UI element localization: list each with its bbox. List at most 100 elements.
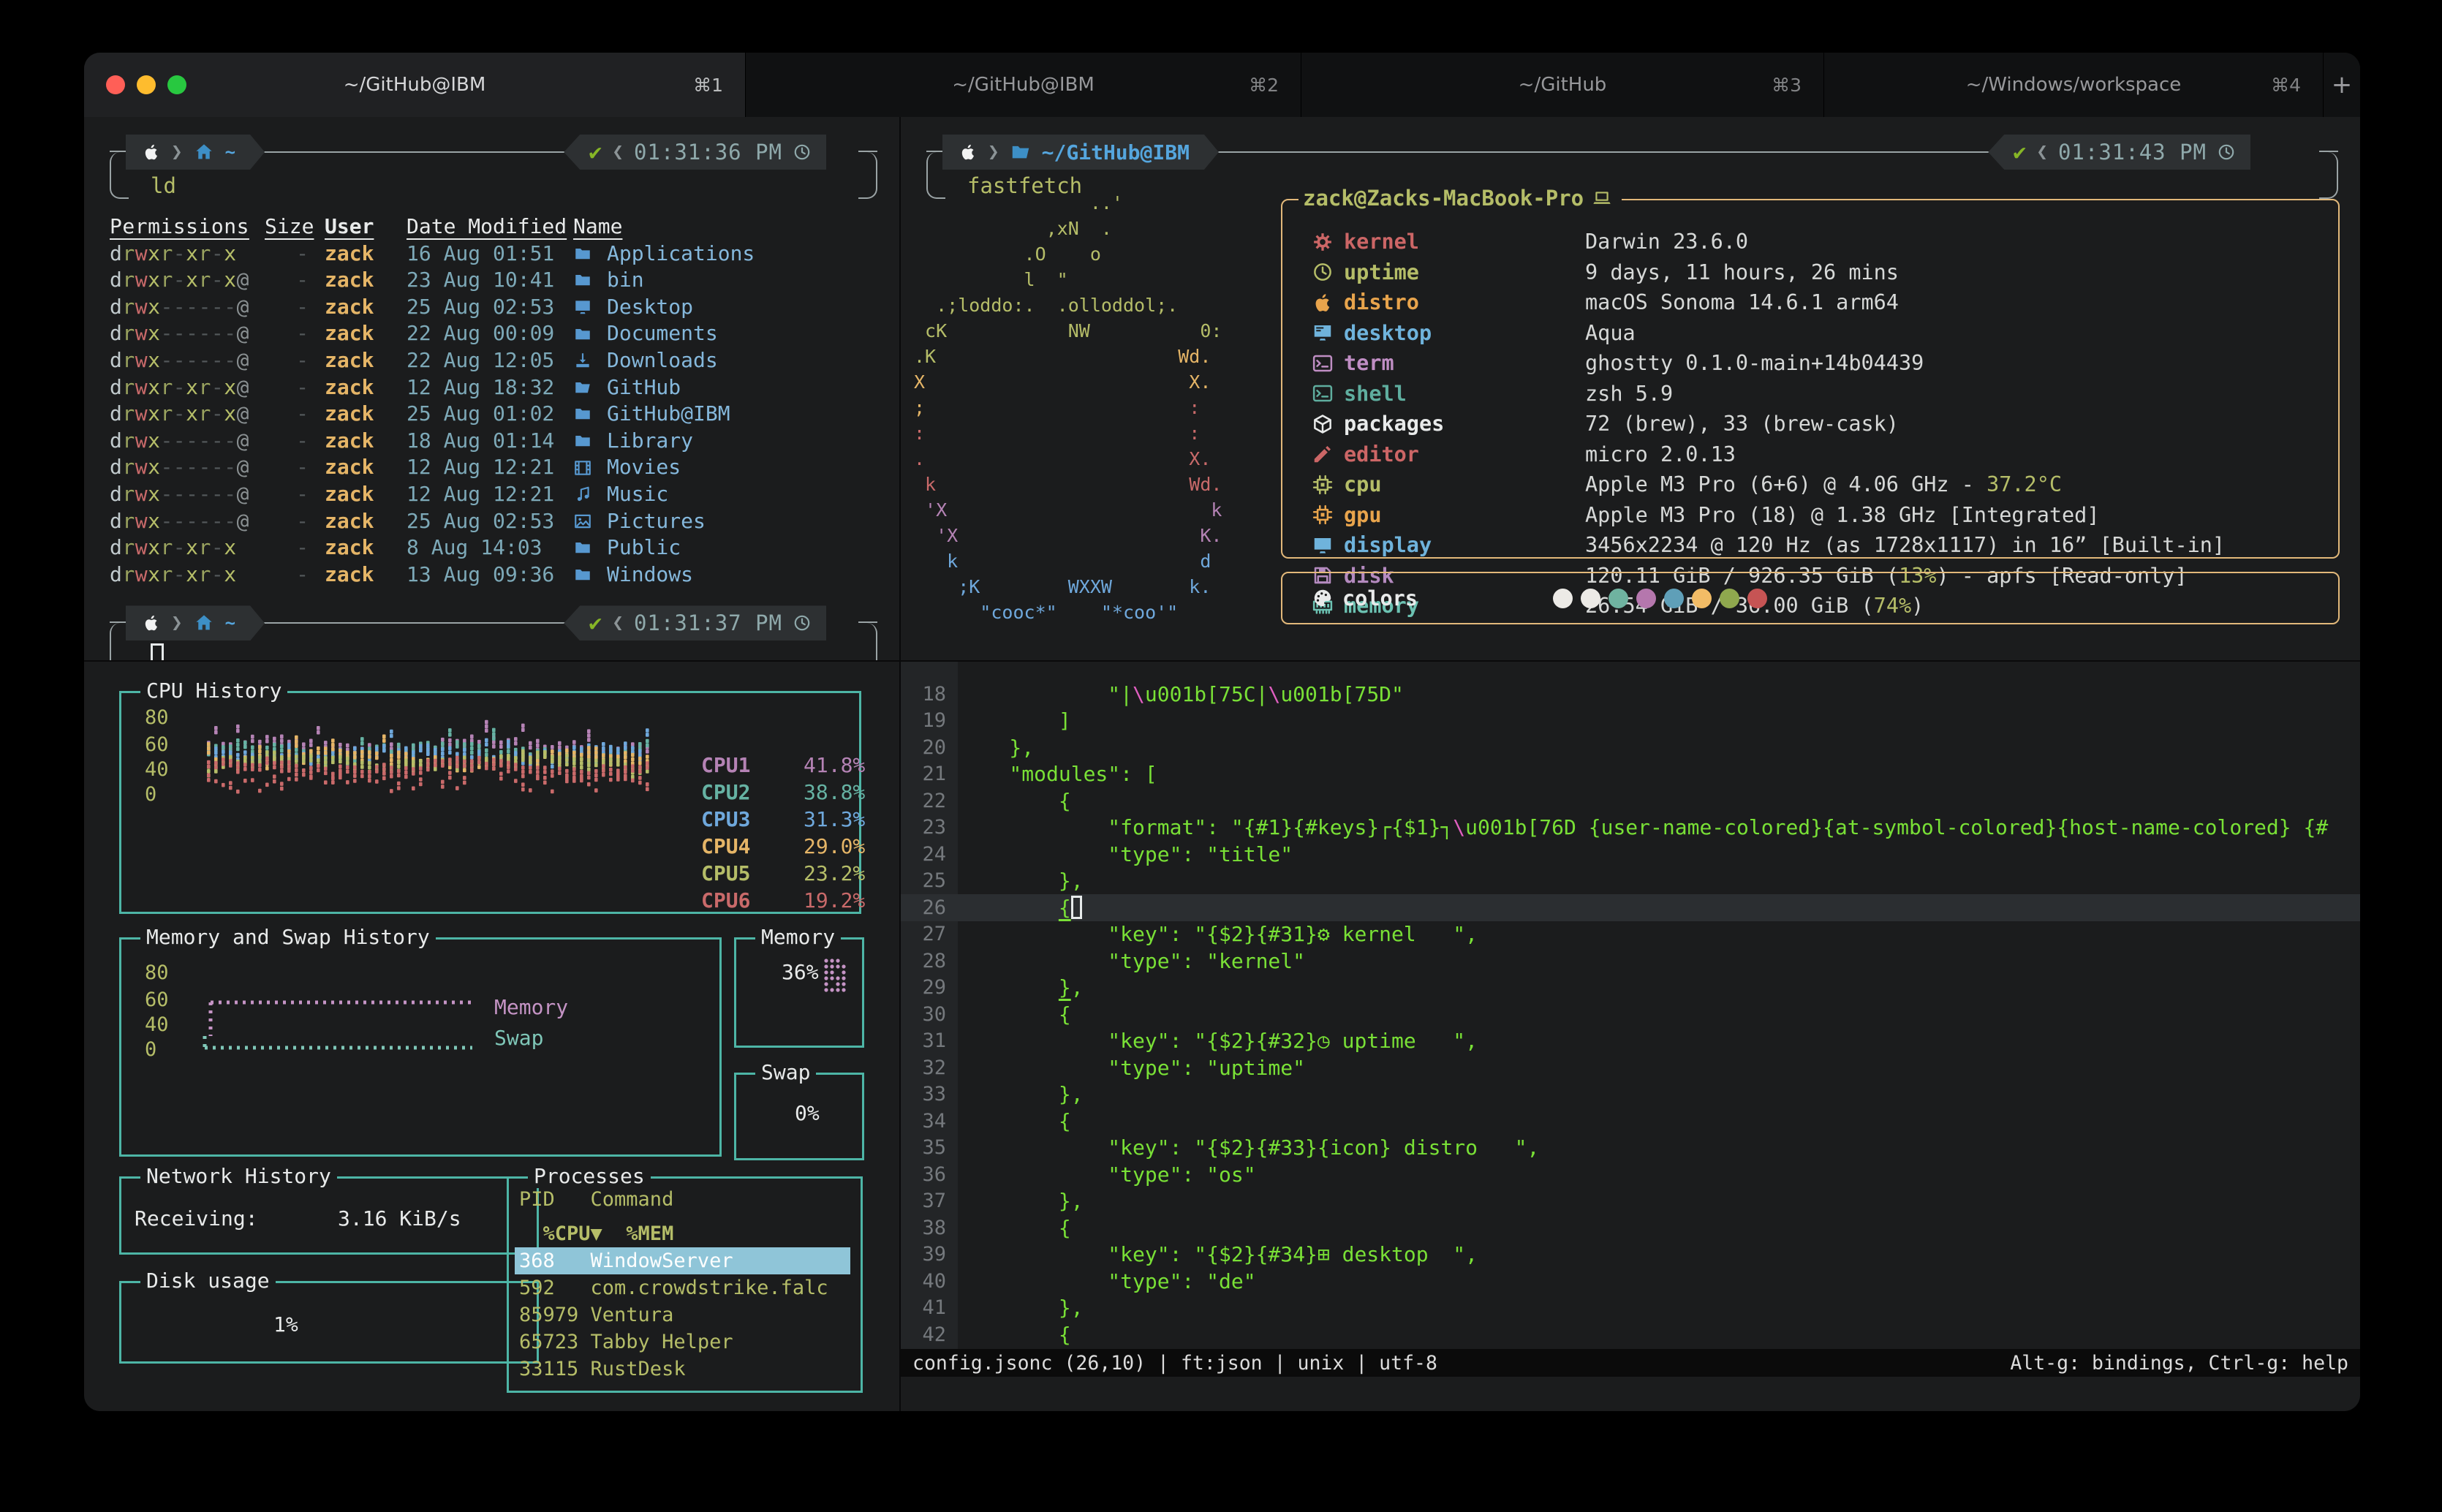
process-row-Ventura[interactable]: 85979 Ventura xyxy=(515,1301,850,1328)
fastfetch-row-uptime: uptime 9 days, 11 hours, 26 mins xyxy=(1312,257,2338,288)
tab-shortcut: ⌘2 xyxy=(1249,75,1279,96)
editor-status-bar: config.jsonc (26,10) | ft:json | unix | … xyxy=(901,1349,2360,1377)
folder-icon xyxy=(573,538,592,557)
folder-icon xyxy=(573,271,592,290)
minimize-button[interactable] xyxy=(137,75,156,94)
chevron-left-icon: ❮ xyxy=(2036,141,2048,163)
editor-line-31[interactable]: 31 "key": "{$2}{#32}◷ uptime ", xyxy=(901,1028,2360,1055)
fastfetch-label: editor xyxy=(1344,442,1585,466)
editor-line-21[interactable]: 21 "modules": [ xyxy=(901,761,2360,788)
file-row-Windows: drwxr-xr-x- zack13 Aug 09:36 Windows xyxy=(110,562,899,589)
file-row-GitHub@IBM: drwxr-xr-x@- zack25 Aug 01:02 GitHub@IBM xyxy=(110,401,899,428)
editor-line-33[interactable]: 33 }, xyxy=(901,1081,2360,1108)
close-button[interactable] xyxy=(106,75,125,94)
swap-gauge-panel: Swap 0% xyxy=(734,1073,864,1160)
line-number: 26 xyxy=(901,896,958,919)
prompt-status-segment: ✔ ❮ 01:31:43 PM xyxy=(1988,135,2250,170)
editor-line-41[interactable]: 41 }, xyxy=(901,1295,2360,1322)
fastfetch-value: Aqua xyxy=(1585,321,1636,345)
line-number: 39 xyxy=(901,1243,958,1266)
editor-line-24[interactable]: 24 "type": "title" xyxy=(901,841,2360,868)
display-icon xyxy=(1312,534,1334,556)
prompt-line-1: ❯ ~/GitHub@IBM ✔ ❮ 01:31:43 PM xyxy=(926,135,2338,170)
swap-gauge-value: 0% xyxy=(795,1101,820,1125)
fastfetch-info-box: zack@Zacks-MacBook-Pro kernel Darwin 23.… xyxy=(1281,199,2340,559)
prompt-path-segment: ❯ ~/GitHub@IBM xyxy=(942,135,1219,170)
editor-line-37[interactable]: 37 }, xyxy=(901,1188,2360,1215)
editor-line-23[interactable]: 23 "format": "{#1}{#keys}┌{$1}┐\u001b[76… xyxy=(901,814,2360,842)
tab-3[interactable]: ~/GitHub ⌘3 xyxy=(1301,53,1824,117)
prompt-command-line[interactable]: ld xyxy=(110,170,877,202)
process-row-Tabby Helper[interactable]: 65723 Tabby Helper xyxy=(515,1328,850,1356)
fastfetch-label: desktop xyxy=(1344,321,1585,345)
editor-line-29[interactable]: 29 }, xyxy=(901,975,2360,1002)
cpu-ytick-40: 40 xyxy=(145,758,169,781)
editor-line-28[interactable]: 28 "type": "kernel" xyxy=(901,948,2360,975)
tab-shortcut: ⌘1 xyxy=(693,75,723,96)
memory-series-label: Memory xyxy=(494,995,568,1019)
memory-swap-history-panel: Memory and Swap History Memory Swap 8060… xyxy=(119,937,722,1157)
palette-dot-6 xyxy=(1692,589,1712,608)
palette-dot-8 xyxy=(1747,589,1767,608)
palette-dot-2 xyxy=(1581,589,1600,608)
mem-ytick-40: 40 xyxy=(145,1013,169,1036)
editor-line-32[interactable]: 32 "type": "uptime" xyxy=(901,1054,2360,1081)
editor-text-area[interactable]: 18 "|\u001b[75C|\u001b[75D"19 ]20 },21 "… xyxy=(901,681,2360,1348)
tab-title: ~/GitHub@IBM xyxy=(344,74,486,96)
disk-usage-title: Disk usage xyxy=(140,1269,276,1293)
editor-line-34[interactable]: 34 { xyxy=(901,1108,2360,1135)
new-tab-button[interactable]: + xyxy=(2324,53,2360,117)
line-number: 34 xyxy=(901,1110,958,1133)
process-row-WindowServer[interactable]: 368 WindowServer xyxy=(515,1247,850,1274)
zoom-button[interactable] xyxy=(167,75,186,94)
memory-gauge-value: 36% xyxy=(782,960,819,984)
line-number: 32 xyxy=(901,1056,958,1079)
cpu-legend-CPU6: CPU6 19.2% xyxy=(701,887,865,914)
editor-line-39[interactable]: 39 "key": "{$2}{#34}⊞ desktop ", xyxy=(901,1241,2360,1269)
editor-line-38[interactable]: 38 { xyxy=(901,1214,2360,1241)
pane-fastfetch: ❯ ~/GitHub@IBM ✔ ❮ 01:31:43 PM fastfetch… xyxy=(901,117,2360,662)
file-row-Pictures: drwx------@- zack25 Aug 02:53 Pictures xyxy=(110,508,899,535)
shell-prompt: ❯ ~ ✔ ❮ 01:31:37 PM xyxy=(110,605,877,662)
process-row-RustDesk[interactable]: 33115 RustDesk xyxy=(515,1356,850,1383)
editor-status-right: Alt-g: bindings, Ctrl-g: help xyxy=(2010,1352,2348,1375)
editor-line-35[interactable]: 35 "key": "{$2}{#33}{icon} distro ", xyxy=(901,1135,2360,1162)
editor-line-26[interactable]: 26 { xyxy=(901,894,2360,921)
editor-line-22[interactable]: 22 { xyxy=(901,787,2360,814)
editor-line-19[interactable]: 19 ] xyxy=(901,708,2360,735)
line-number: 28 xyxy=(901,950,958,972)
tab-1[interactable]: ~/GitHub@IBM ⌘1 xyxy=(84,53,746,117)
line-number: 36 xyxy=(901,1163,958,1186)
editor-line-36[interactable]: 36 "type": "os" xyxy=(901,1161,2360,1188)
editor-line-25[interactable]: 25 }, xyxy=(901,868,2360,895)
prompt-time: 01:31:36 PM xyxy=(634,140,782,165)
palette-dot-1 xyxy=(1553,589,1573,608)
fastfetch-row-kernel: kernel Darwin 23.6.0 xyxy=(1312,227,2338,257)
mem-ytick-80: 80 xyxy=(145,961,169,984)
prompt-command-line[interactable]: fastfetch xyxy=(926,170,2338,202)
tab-4[interactable]: ~/Windows/workspace ⌘4 xyxy=(1824,53,2324,117)
line-number: 19 xyxy=(901,709,958,732)
editor-line-30[interactable]: 30 { xyxy=(901,1001,2360,1028)
cpu-legend-CPU2: CPU2 38.8% xyxy=(701,779,865,806)
editor-line-20[interactable]: 20 }, xyxy=(901,734,2360,761)
prompt-command-line[interactable] xyxy=(110,640,877,662)
fastfetch-row-distro: distro macOS Sonoma 14.6.1 arm64 xyxy=(1312,287,2338,318)
typed-command: ld xyxy=(151,173,176,198)
memory-gauge-title: Memory xyxy=(755,925,841,949)
tab-shortcut: ⌘3 xyxy=(1772,75,1802,96)
editor-line-40[interactable]: 40 "type": "de" xyxy=(901,1268,2360,1295)
fastfetch-label: term xyxy=(1344,351,1585,375)
editor-line-18[interactable]: 18 "|\u001b[75C|\u001b[75D" xyxy=(901,681,2360,708)
apple-icon xyxy=(959,143,978,162)
swap-gauge-title: Swap xyxy=(755,1060,816,1084)
tab-2[interactable]: ~/GitHub@IBM ⌘2 xyxy=(746,53,1301,117)
prompt-time: 01:31:37 PM xyxy=(634,611,782,635)
cpu-legend-CPU1: CPU1 41.8% xyxy=(701,752,865,779)
pencil-icon xyxy=(1312,443,1334,465)
editor-line-27[interactable]: 27 "key": "{$2}{#31}⚙ kernel ", xyxy=(901,921,2360,948)
editor-line-42[interactable]: 42 { xyxy=(901,1321,2360,1348)
processes-header-2[interactable]: %CPU▼ %MEM xyxy=(519,1220,861,1247)
process-row-com.crowdstrike.falc[interactable]: 592 com.crowdstrike.falc xyxy=(515,1274,850,1301)
film-icon xyxy=(573,458,592,477)
